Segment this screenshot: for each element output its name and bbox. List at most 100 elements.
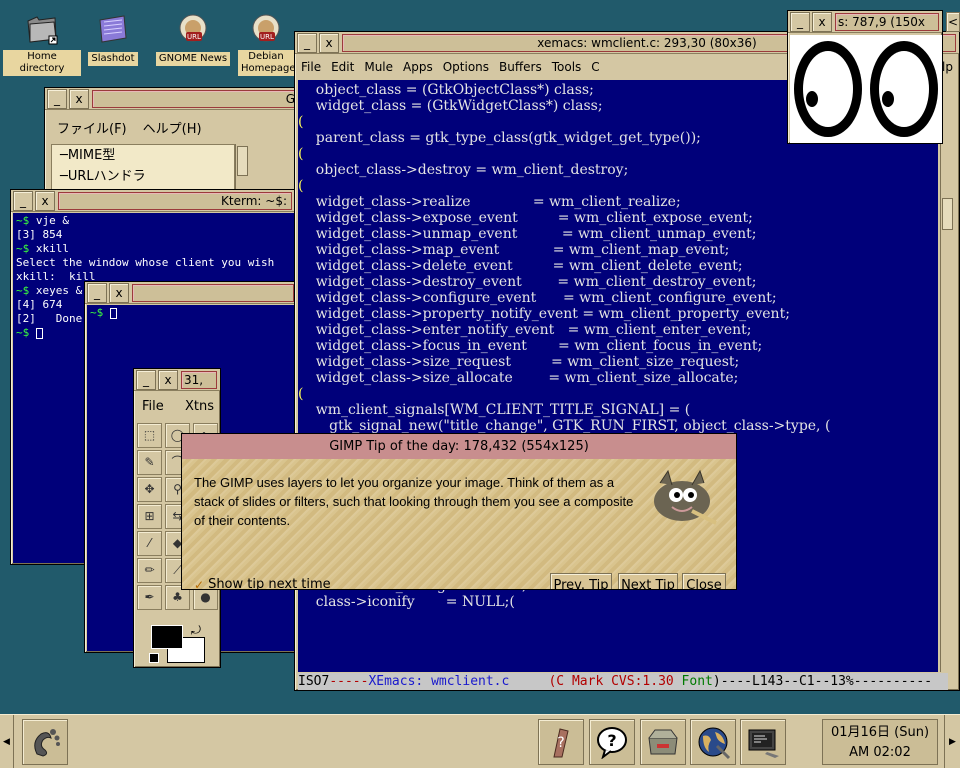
dialog-body: The GIMP uses layers to let you organize… [182, 459, 736, 589]
panel-clock[interactable]: 01月16日 (Sun) AM 02:02 [822, 719, 938, 765]
wilber-logo-icon [642, 467, 722, 529]
code-line: object_class->destroy = wm_client_destro… [298, 162, 629, 178]
menu-edit[interactable]: Edit [326, 60, 359, 74]
check-icon: ✓ [194, 577, 205, 590]
scroll-thumb[interactable] [237, 146, 248, 176]
window-title[interactable]: G [92, 89, 300, 108]
window-title[interactable]: Kterm: ~$: [58, 191, 292, 210]
close-button[interactable]: x [35, 191, 55, 211]
panel-launcher-question[interactable]: ? [589, 719, 635, 765]
code-line: widget_class->size_request = wm_client_s… [298, 354, 740, 370]
code-line: ( [298, 386, 938, 402]
help-icon: ? [553, 728, 569, 758]
close-button[interactable]: x [319, 33, 339, 53]
default-colors-icon[interactable] [149, 653, 159, 663]
fuzzy-select-icon[interactable]: ✎ [137, 450, 162, 475]
code-line: widget_class->property_notify_event = wm… [298, 306, 790, 322]
next-tip-button[interactable]: Next Tip [618, 573, 678, 589]
show-tip-checkbox[interactable]: ✓ Show tip next time [194, 577, 331, 590]
list-item[interactable]: ─MIME型 [60, 145, 234, 166]
minimize-button[interactable]: _ [297, 33, 317, 53]
pencil-icon[interactable]: ✏ [137, 558, 162, 583]
minimize-button[interactable]: _ [136, 370, 156, 390]
menu-xtns[interactable]: Xtns [185, 399, 218, 414]
menu-options[interactable]: Options [438, 60, 494, 74]
url-icon: URL [176, 12, 210, 46]
web-browser-icon [698, 727, 731, 760]
move-icon[interactable]: ✥ [137, 477, 162, 502]
list-item[interactable]: ─URLハンドラ [60, 166, 234, 187]
desktop-icon-label: Home directory [3, 50, 81, 76]
clock-date: 01月16日 (Sun) [830, 725, 930, 740]
menu-buffers[interactable]: Buffers [494, 60, 547, 74]
code-line: widget_class->map_event = wm_client_map_… [298, 242, 730, 258]
menu-help[interactable]: ヘルプ(H) [135, 118, 210, 137]
code-line: widget_class->configure_event = wm_clien… [298, 290, 777, 306]
editor-scrollbar[interactable] [940, 80, 954, 672]
desktop-icon-gnome-news[interactable]: URL GNOME News [154, 12, 232, 66]
code-line: widget_class->focus_in_event = wm_client… [298, 338, 763, 354]
panel-launcher-terminal[interactable] [740, 719, 786, 765]
window-title[interactable]: s: 787,9 (150x [835, 12, 939, 31]
svg-text:URL: URL [187, 33, 201, 41]
panel-hide-right-button[interactable]: ▶ [944, 715, 960, 768]
prev-tip-button[interactable]: Prev. Tip [550, 573, 612, 589]
modeline: ISO7-----XEmacs: wmclient.c (C Mark CVS:… [298, 673, 948, 690]
menu-tools[interactable]: Tools [547, 60, 587, 74]
desktop-icon-home[interactable]: Home directory [3, 12, 81, 76]
airbrush-icon[interactable]: ✒ [137, 585, 162, 610]
menu-file[interactable]: File [138, 399, 164, 414]
code-line: gtk_signal_new("title_change", GTK_RUN_F… [298, 418, 831, 434]
scroll-thumb[interactable] [942, 198, 953, 230]
rect-select-icon[interactable]: ⬚ [137, 423, 162, 448]
line-wrap-marker: ( [298, 146, 304, 162]
color-picker-icon[interactable]: ⁄ [137, 531, 162, 556]
xeyes-arrow-button[interactable]: < [946, 12, 960, 32]
panel-hide-left-button[interactable]: ◀ [0, 715, 14, 768]
toolbox-menubar: File Xtns [138, 399, 218, 414]
minimize-button[interactable]: _ [87, 283, 107, 303]
fg-color-swatch[interactable] [151, 625, 183, 649]
close-button[interactable]: x [812, 12, 832, 32]
transform-icon[interactable]: ⊞ [137, 504, 162, 529]
panel-launcher-browser[interactable] [690, 719, 736, 765]
dialog-title[interactable]: GIMP Tip of the day: 178,432 (554x125) [182, 434, 736, 459]
close-button[interactable]: x [109, 283, 129, 303]
menu-file[interactable]: File [296, 60, 326, 74]
menu-file[interactable]: ファイル(F) [49, 118, 135, 137]
terminal-line: [3] 854 [16, 228, 63, 241]
swap-colors-icon[interactable]: ⤾ [191, 623, 201, 638]
minimize-button[interactable]: _ [47, 89, 67, 109]
code-line: class->iconify = NULL;( [298, 594, 515, 610]
minimize-button[interactable]: _ [790, 12, 810, 32]
code-line: widget_class->enter_notify_event = wm_cl… [298, 322, 752, 338]
code-line: ( [298, 146, 938, 162]
desktop-icon-label: Debian Homepage [238, 50, 296, 76]
close-button[interactable]: x [158, 370, 178, 390]
gnome-foot-icon [34, 729, 60, 757]
terminal-line: ~$ vje & [16, 214, 69, 227]
terminal-icon [748, 729, 779, 758]
menu-c[interactable]: C [586, 60, 604, 74]
panel-launcher-help[interactable]: ? [538, 719, 584, 765]
svg-text:?: ? [557, 735, 564, 751]
desktop-icon-debian[interactable]: URL Debian Homepage [236, 12, 296, 76]
menubar: ファイル(F) ヘルプ(H) [49, 114, 210, 140]
slashdot-icon [96, 12, 130, 46]
menu-mule[interactable]: Mule [359, 60, 398, 74]
window-title[interactable] [132, 283, 294, 302]
close-button[interactable]: x [69, 89, 89, 109]
minimize-button[interactable]: _ [13, 191, 33, 211]
desktop-icon-slashdot[interactable]: Slashdot [74, 12, 152, 66]
window-title[interactable]: 31, [181, 370, 217, 389]
code-line: widget_class->realize = wm_client_realiz… [298, 194, 681, 210]
panel-launcher-toolbox[interactable] [640, 719, 686, 765]
close-button[interactable]: Close [682, 573, 726, 589]
code-line: widget_class->size_allocate = wm_client_… [298, 370, 739, 386]
code-line: widget_class->delete_event = wm_client_d… [298, 258, 743, 274]
clock-time: AM 02:02 [849, 745, 911, 760]
menu-apps[interactable]: Apps [398, 60, 438, 74]
tip-text: The GIMP uses layers to let you organize… [194, 475, 634, 528]
gnome-menu-button[interactable] [22, 719, 68, 765]
